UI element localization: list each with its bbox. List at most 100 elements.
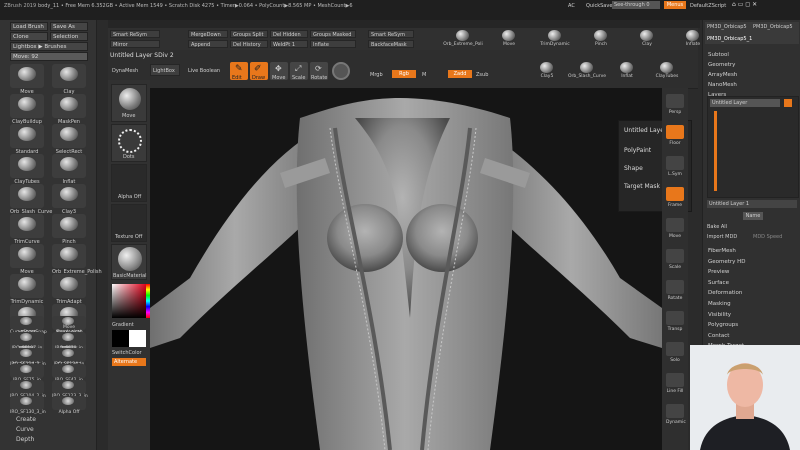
create-item[interactable]: Create bbox=[16, 416, 36, 424]
shelf-move-button[interactable]: Move bbox=[666, 218, 684, 239]
backface-mask-button[interactable]: BackfaceMask bbox=[368, 40, 414, 48]
layer-label-row[interactable]: Untitled Layer 1 bbox=[707, 200, 797, 208]
brush-claytubes[interactable]: ClayTubes bbox=[10, 154, 44, 185]
alpha-curvestrapsnap[interactable]: CurveStrapSnap bbox=[10, 316, 47, 335]
m-button[interactable]: M bbox=[422, 72, 426, 78]
see-through-slider[interactable]: See-through 0 bbox=[612, 1, 660, 9]
append-button[interactable]: Append bbox=[188, 40, 228, 48]
canvas-viewport[interactable] bbox=[150, 88, 662, 450]
ac-label[interactable]: AC bbox=[568, 3, 575, 9]
brush-pinch[interactable]: Pinch bbox=[52, 214, 86, 245]
stroke-thumb[interactable]: Dots bbox=[111, 124, 147, 162]
brush-orb-extreme-polish[interactable]: Orb_Extreme_Polish bbox=[52, 244, 102, 275]
default-zscript-button[interactable]: DefaultZScript bbox=[690, 3, 726, 9]
shelf-brush-clay5[interactable]: Clay5 bbox=[532, 62, 562, 80]
shelf-brush-claytubes[interactable]: ClayTubes bbox=[652, 62, 682, 80]
current-brush-thumb[interactable]: Move bbox=[111, 84, 147, 122]
lightbox-brushes-button[interactable]: Lightbox ▶ Brushes bbox=[10, 42, 88, 51]
alpha-alpha-off[interactable]: Alpha Off bbox=[52, 396, 86, 415]
groups-masked-button[interactable]: Groups Masked bbox=[310, 30, 356, 38]
smart-resym-2-button[interactable]: Smart ReSym bbox=[368, 30, 414, 38]
mrgb-button[interactable]: Mrgb bbox=[370, 72, 383, 78]
menu-masking[interactable]: Masking bbox=[708, 301, 731, 307]
mirror-button[interactable]: Mirror bbox=[110, 40, 160, 48]
brush-orb-slash-curve[interactable]: Orb_Slash_Curve bbox=[10, 184, 52, 215]
move-mode-button[interactable]: ✥ Move bbox=[270, 62, 288, 81]
menu-polygroups[interactable]: Polygroups bbox=[708, 322, 738, 328]
brush-trimdynamic[interactable]: TrimDynamic bbox=[10, 274, 44, 305]
secondary-color-swatch[interactable] bbox=[129, 330, 146, 347]
draw-mode-button[interactable]: ✐ Draw bbox=[250, 62, 268, 81]
shelf-brush-move[interactable]: Move bbox=[494, 30, 524, 48]
menu-contact[interactable]: Contact bbox=[708, 333, 729, 339]
shelf-brush-inflat[interactable]: Inflat bbox=[612, 62, 642, 80]
smart-resym-button[interactable]: Smart ReSym bbox=[110, 30, 160, 38]
alpha-iro-sf124-2-in[interactable]: IRO_SF124_2_in bbox=[10, 348, 46, 367]
menu-deformation[interactable]: Deformation bbox=[708, 290, 742, 296]
brush-maskpen[interactable]: MaskPen bbox=[52, 94, 86, 125]
brush-move[interactable]: Move bbox=[10, 64, 44, 95]
menu-geometry-hd[interactable]: Geometry HD bbox=[708, 259, 746, 265]
scale-mode-button[interactable]: ⤢ Scale bbox=[290, 62, 308, 81]
shelf-solo-button[interactable]: Solo bbox=[666, 342, 684, 363]
alpha-iro-sf79-in[interactable]: IRO_SF79_in bbox=[52, 332, 86, 351]
menu-nanomesh[interactable]: NanoMesh bbox=[708, 82, 737, 88]
shelf-l-sym-button[interactable]: L.Sym bbox=[666, 156, 684, 177]
menu-subtool[interactable]: Subtool bbox=[708, 52, 729, 58]
texture-thumb[interactable]: Texture Off bbox=[111, 204, 147, 242]
live-boolean-button[interactable]: Live Boolean bbox=[186, 67, 222, 75]
brush-claybuildup[interactable]: ClayBuildup bbox=[10, 94, 44, 125]
brush-clay[interactable]: Clay bbox=[52, 64, 86, 95]
curve-item[interactable]: Curve bbox=[16, 426, 34, 434]
alternate-button[interactable]: Alternate bbox=[112, 358, 146, 366]
menu-preview[interactable]: Preview bbox=[708, 269, 729, 275]
menu-arraymesh[interactable]: ArrayMesh bbox=[708, 72, 737, 78]
brush-selectrect[interactable]: SelectRect bbox=[52, 124, 86, 155]
quicksave-button[interactable]: QuickSave bbox=[586, 3, 612, 9]
brush-standard[interactable]: Standard bbox=[10, 124, 44, 155]
layer-name-button[interactable]: Name bbox=[743, 212, 763, 220]
menu-geometry[interactable]: Geometry bbox=[708, 62, 735, 68]
del-history-button[interactable]: Del History bbox=[230, 40, 268, 48]
brush-trimadapt[interactable]: TrimAdapt bbox=[52, 274, 86, 305]
brush-move[interactable]: Move bbox=[10, 244, 44, 275]
alpha-iro-sf104-2-in[interactable]: IRO_SF104_2_in bbox=[10, 380, 46, 399]
popup-polypaint[interactable]: PolyPaint bbox=[624, 147, 651, 154]
menu-visibility[interactable]: Visibility bbox=[708, 312, 731, 318]
alpha-thumb[interactable]: Alpha Off bbox=[111, 164, 147, 202]
window-controls[interactable]: ⌂ ▭ ◻ ✕ bbox=[732, 1, 792, 9]
shelf-transp-button[interactable]: Transp bbox=[666, 311, 684, 332]
shelf-brush-orb-extreme-poli[interactable]: Orb_Extreme_Poli bbox=[443, 30, 483, 48]
shelf-brush-orb-slash-curve[interactable]: Orb_Slash_Curve bbox=[568, 62, 606, 80]
shelf-persp-button[interactable]: Persp bbox=[666, 94, 684, 115]
rgb-button[interactable]: Rgb bbox=[392, 70, 416, 78]
popup-target-mask[interactable]: Target Mask bbox=[624, 183, 660, 190]
brush-clay3[interactable]: Clay3 bbox=[52, 184, 86, 215]
mdd-speed-slider[interactable]: MDD Speed bbox=[753, 234, 782, 240]
zsub-button[interactable]: Zsub bbox=[476, 72, 488, 78]
lightbox-button[interactable]: LightBox bbox=[150, 64, 180, 76]
gizmo-toggle-icon[interactable] bbox=[332, 62, 350, 80]
alpha-move-topological[interactable]: Move Topological bbox=[52, 316, 86, 335]
groups-split-button[interactable]: Groups Split bbox=[230, 30, 268, 38]
dynamesh-button[interactable]: DynaMesh bbox=[110, 67, 140, 75]
shelf-brush-pinch[interactable]: Pinch bbox=[586, 30, 616, 48]
shelf-frame-button[interactable]: Frame bbox=[666, 187, 684, 208]
shelf-scale-button[interactable]: Scale bbox=[666, 249, 684, 270]
shelf-brush-clay[interactable]: Clay bbox=[632, 30, 662, 48]
popup-shape[interactable]: Shape bbox=[624, 165, 643, 172]
bake-all-button[interactable]: Bake All bbox=[707, 224, 727, 230]
alpha-iro-sf130-3-in[interactable]: IRO_SF130_3_in bbox=[10, 396, 46, 415]
load-brush-button[interactable]: Load Brush bbox=[10, 22, 48, 31]
selection-button[interactable]: Selection bbox=[50, 32, 88, 41]
zadd-button[interactable]: Zadd bbox=[448, 70, 472, 78]
brush-inflat[interactable]: Inflat bbox=[52, 154, 86, 185]
color-picker[interactable] bbox=[112, 284, 146, 318]
menu-fibermesh[interactable]: FiberMesh bbox=[708, 248, 736, 254]
import-mdd-button[interactable]: Import MDD bbox=[707, 234, 737, 240]
merge-down-button[interactable]: MergeDown bbox=[188, 30, 228, 38]
shelf-dynamic-button[interactable]: Dynamic bbox=[666, 404, 686, 425]
save-as-button[interactable]: Save As bbox=[50, 22, 88, 31]
alpha-iro-sf42-in[interactable]: IRO_SF42_in bbox=[52, 364, 86, 383]
layer-row[interactable]: Untitled Layer bbox=[710, 99, 780, 107]
